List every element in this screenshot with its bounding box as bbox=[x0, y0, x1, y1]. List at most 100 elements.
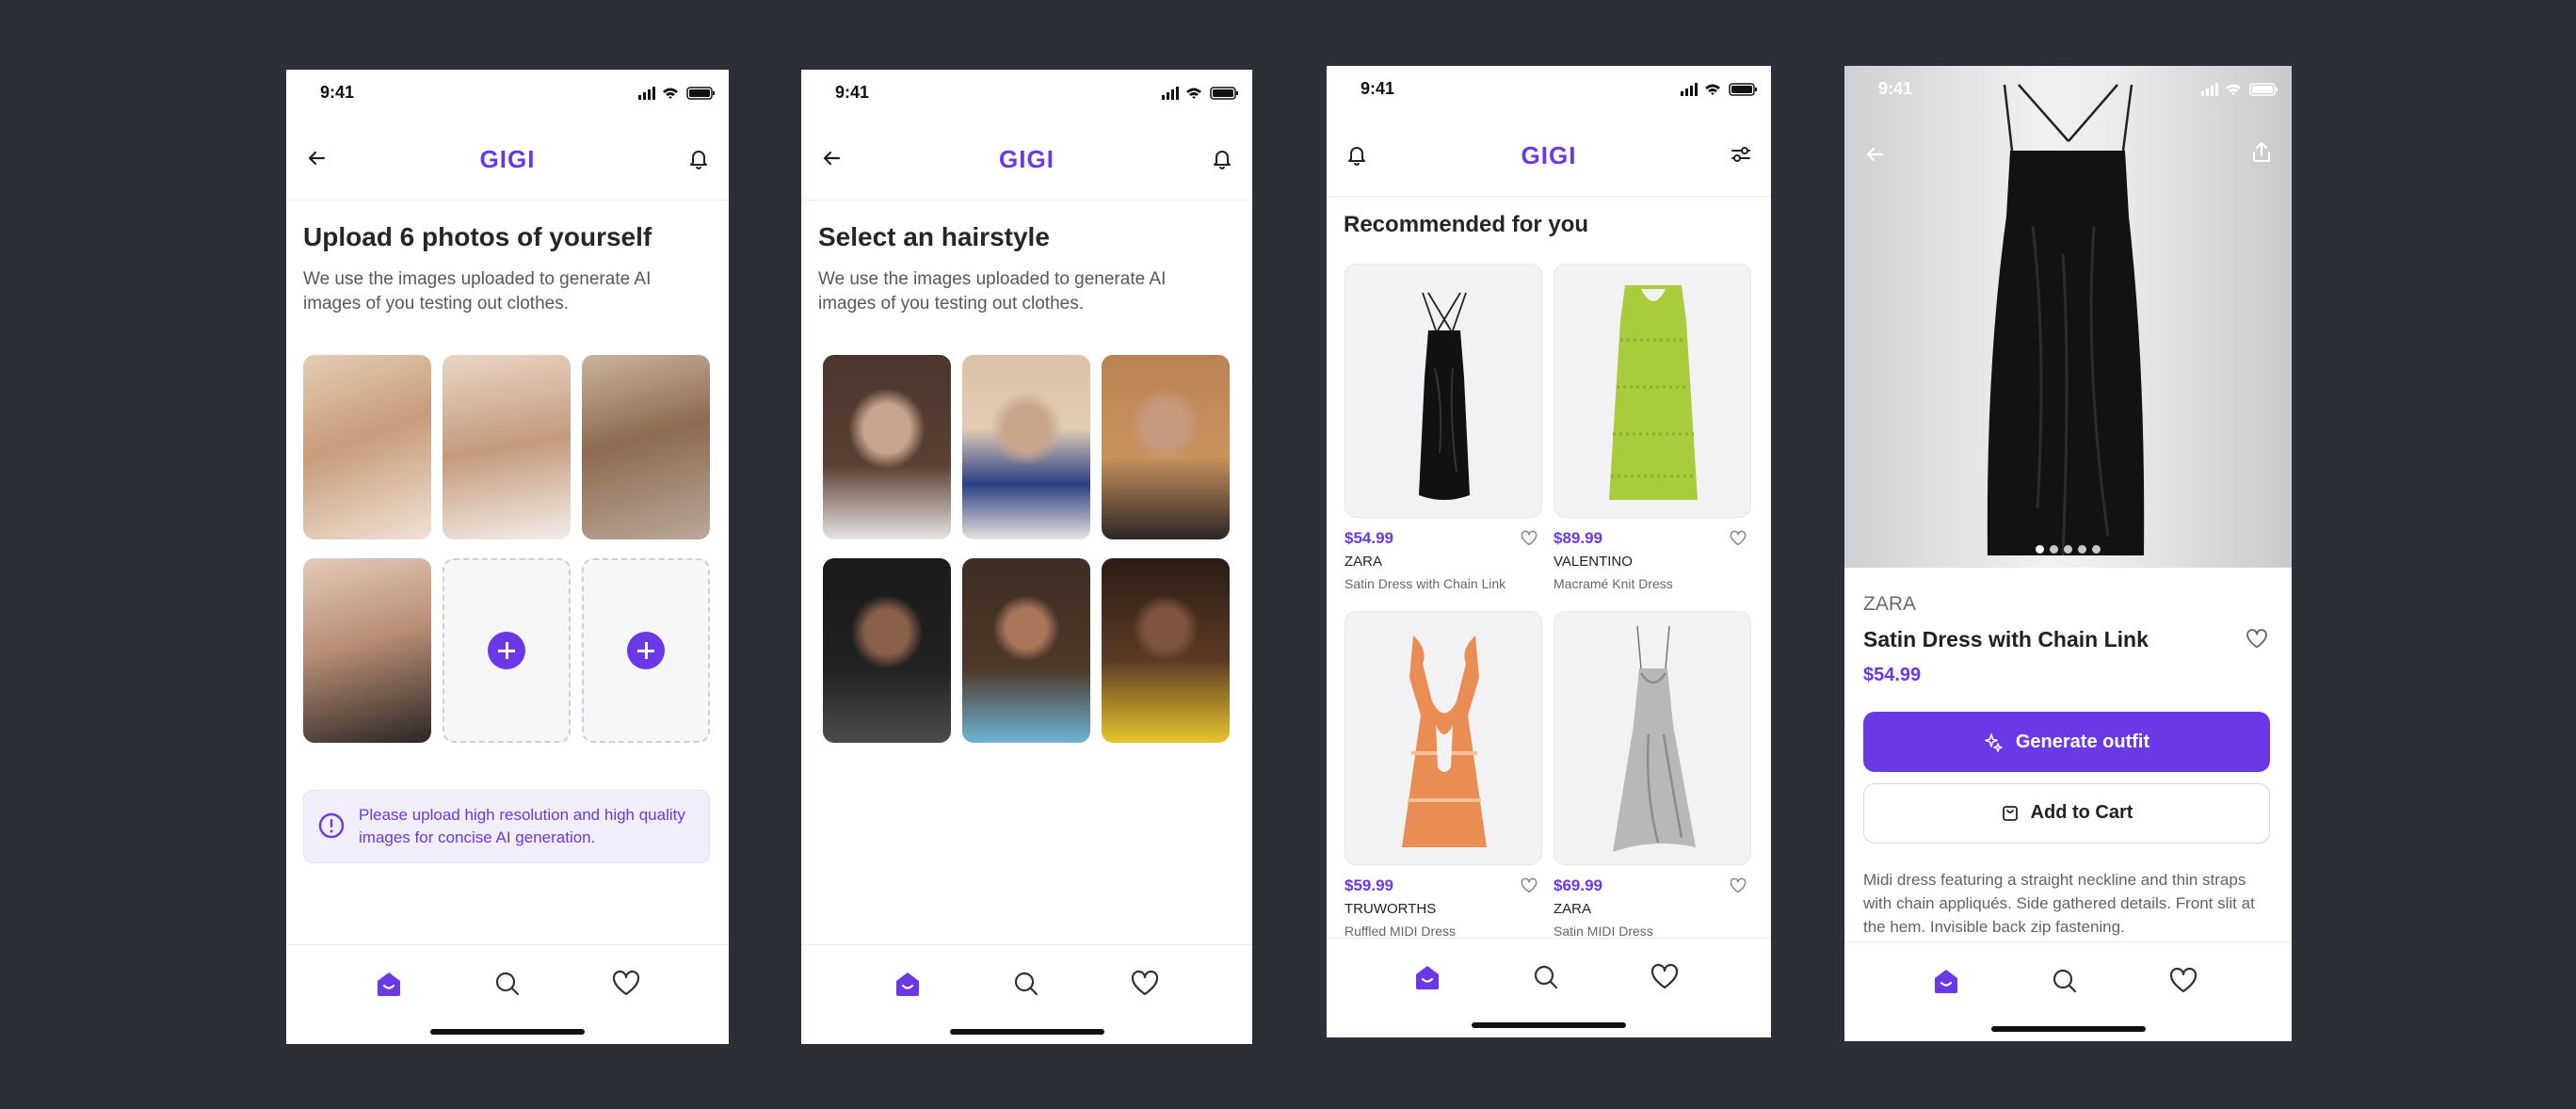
app-logo: GIGI bbox=[1521, 141, 1577, 169]
heart-icon[interactable] bbox=[1649, 961, 1681, 993]
product-hero-image[interactable] bbox=[1844, 66, 2292, 568]
status-time: 9:41 bbox=[1878, 79, 1913, 98]
search-icon[interactable] bbox=[491, 968, 523, 1000]
generate-outfit-label: Generate outfit bbox=[2015, 731, 2150, 752]
hairstyle-option-3[interactable] bbox=[1102, 355, 1230, 539]
heart-icon[interactable] bbox=[2167, 965, 2199, 997]
carousel-dot[interactable] bbox=[2078, 545, 2086, 554]
product-card[interactable]: $54.99 ZARA Satin Dress with Chain Link bbox=[1344, 264, 1542, 591]
add-to-cart-button[interactable]: Add to Cart bbox=[1863, 783, 2270, 844]
home-icon[interactable] bbox=[892, 968, 924, 1000]
app-bar: GIGI bbox=[286, 117, 729, 201]
product-price: $59.99 bbox=[1344, 876, 1393, 894]
product-brand: ZARA bbox=[1344, 554, 1383, 570]
upload-slot-6[interactable] bbox=[582, 558, 710, 743]
upload-notice: Please upload high resolution and high q… bbox=[303, 790, 710, 863]
carousel-dot[interactable] bbox=[2050, 545, 2058, 554]
product-name: Satin MIDI Dress bbox=[1554, 924, 1653, 939]
app-logo: GIGI bbox=[479, 145, 536, 173]
product-image[interactable] bbox=[1344, 611, 1542, 865]
status-bar: 9:41 bbox=[1327, 66, 1771, 113]
filter-icon[interactable] bbox=[1728, 141, 1754, 168]
hairstyle-option-2[interactable] bbox=[962, 355, 1090, 539]
product-name: Satin Dress with Chain Link bbox=[1863, 627, 2149, 651]
heart-icon[interactable] bbox=[1729, 529, 1747, 548]
search-icon[interactable] bbox=[2049, 965, 2081, 997]
home-indicator bbox=[1990, 1026, 2146, 1032]
home-icon[interactable] bbox=[1930, 965, 1962, 997]
product-price: $54.99 bbox=[1344, 529, 1393, 547]
product-price: $69.99 bbox=[1554, 876, 1602, 894]
hairstyle-option-5[interactable] bbox=[962, 558, 1090, 743]
search-icon[interactable] bbox=[1530, 961, 1562, 993]
home-indicator bbox=[1472, 1022, 1626, 1028]
product-image[interactable] bbox=[1554, 264, 1751, 518]
add-to-cart-label: Add to Cart bbox=[2030, 802, 2133, 823]
heart-icon[interactable] bbox=[2245, 627, 2269, 651]
generate-outfit-button[interactable]: Generate outfit bbox=[1863, 712, 2270, 772]
product-brand: VALENTINO bbox=[1554, 554, 1633, 570]
home-icon[interactable] bbox=[1411, 961, 1443, 993]
carousel-dot[interactable] bbox=[2092, 545, 2101, 554]
status-time: 9:41 bbox=[320, 83, 355, 102]
search-icon[interactable] bbox=[1010, 968, 1042, 1000]
share-icon[interactable] bbox=[2248, 139, 2275, 166]
bell-icon[interactable] bbox=[1209, 145, 1235, 171]
status-time: 9:41 bbox=[835, 83, 870, 102]
app-bar: GIGI bbox=[1327, 113, 1771, 197]
status-icons bbox=[2201, 82, 2278, 97]
info-icon bbox=[317, 812, 346, 840]
tab-bar bbox=[286, 944, 729, 1044]
upload-slot-5[interactable] bbox=[443, 558, 571, 743]
product-price: $54.99 bbox=[1863, 665, 1922, 685]
home-icon[interactable] bbox=[373, 968, 405, 1000]
product-name: Satin Dress with Chain Link bbox=[1344, 576, 1506, 591]
status-icons bbox=[1681, 82, 1758, 97]
section-title: Recommended for you bbox=[1344, 212, 1589, 237]
page-subtitle: We use the images uploaded to generate A… bbox=[303, 269, 652, 313]
app-bar: GIGI bbox=[801, 117, 1252, 201]
product-card[interactable]: $89.99 VALENTINO Macramé Knit Dress bbox=[1554, 264, 1751, 591]
heart-icon[interactable] bbox=[1520, 876, 1538, 895]
notice-text: Please upload high resolution and high q… bbox=[359, 806, 685, 846]
status-bar: 9:41 bbox=[801, 70, 1252, 117]
bell-icon[interactable] bbox=[685, 145, 712, 171]
heart-icon[interactable] bbox=[1729, 876, 1747, 895]
product-detail-screen: 9:41 ZARA Satin Dress with Chain Link $5… bbox=[1844, 66, 2292, 1041]
uploaded-photo-2[interactable] bbox=[443, 355, 571, 539]
bag-icon bbox=[2002, 805, 2018, 821]
uploaded-photo-4[interactable] bbox=[303, 558, 431, 743]
status-bar: 9:41 bbox=[1844, 66, 2292, 113]
product-name: Ruffled MIDI Dress bbox=[1344, 924, 1456, 939]
product-image[interactable] bbox=[1344, 264, 1542, 518]
product-description: Midi dress featuring a straight neckline… bbox=[1863, 871, 2255, 936]
carousel-dots[interactable] bbox=[1844, 541, 2292, 558]
hairstyle-option-6[interactable] bbox=[1102, 558, 1230, 743]
carousel-dot[interactable] bbox=[2036, 545, 2044, 554]
product-card[interactable]: $59.99 TRUWORTHS Ruffled MIDI Dress bbox=[1344, 611, 1542, 939]
heart-icon[interactable] bbox=[1520, 529, 1538, 548]
home-indicator bbox=[430, 1029, 585, 1035]
add-photo-icon[interactable] bbox=[627, 632, 665, 669]
product-card[interactable]: $69.99 ZARA Satin MIDI Dress bbox=[1554, 611, 1751, 939]
heart-icon[interactable] bbox=[610, 968, 642, 1000]
sparkle-icon bbox=[1985, 732, 2003, 752]
product-brand: ZARA bbox=[1863, 593, 1917, 615]
hairstyle-option-4[interactable] bbox=[823, 558, 951, 743]
status-bar: 9:41 bbox=[286, 70, 729, 117]
heart-icon[interactable] bbox=[1129, 968, 1161, 1000]
hairstyle-option-1[interactable] bbox=[823, 355, 951, 539]
back-arrow-icon[interactable] bbox=[1861, 141, 1888, 168]
app-logo: GIGI bbox=[999, 145, 1055, 173]
uploaded-photo-1[interactable] bbox=[303, 355, 431, 539]
product-price: $89.99 bbox=[1554, 529, 1602, 547]
recommendations-screen: 9:41 GIGI Recommended for you $54.99 ZAR… bbox=[1327, 66, 1771, 1037]
carousel-dot[interactable] bbox=[2064, 545, 2072, 554]
page-title: Select an hairstyle bbox=[818, 222, 1050, 251]
product-name: Macramé Knit Dress bbox=[1554, 576, 1673, 591]
tab-bar bbox=[801, 944, 1252, 1044]
uploaded-photo-3[interactable] bbox=[582, 355, 710, 539]
page-subtitle: We use the images uploaded to generate A… bbox=[818, 269, 1167, 313]
product-image[interactable] bbox=[1554, 611, 1751, 865]
add-photo-icon[interactable] bbox=[488, 632, 525, 669]
